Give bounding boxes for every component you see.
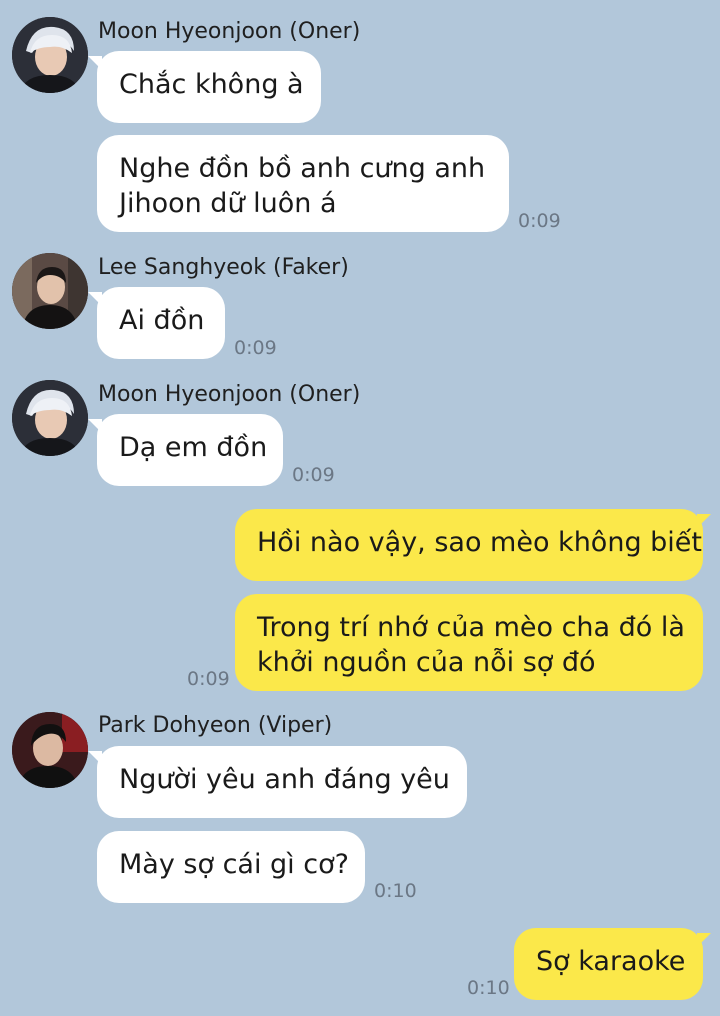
bubble-tail bbox=[697, 514, 711, 528]
avatar-oner[interactable] bbox=[12, 17, 88, 93]
timestamp: 0:09 bbox=[292, 464, 335, 486]
message-bubble[interactable]: Dạ em đồn bbox=[97, 414, 283, 486]
profile-photo-icon bbox=[12, 253, 88, 329]
timestamp: 0:09 bbox=[187, 668, 230, 690]
message-text: Người yêu anh đáng yêu bbox=[119, 764, 450, 795]
bubble-tail bbox=[697, 933, 711, 947]
message-text: Hồi nào vậy, sao mèo không biết bbox=[257, 527, 702, 558]
message-bubble[interactable]: Trong trí nhớ của mèo cha đó là khởi ngu… bbox=[235, 594, 703, 691]
message-bubble[interactable]: Mày sợ cái gì cơ? bbox=[97, 831, 365, 903]
message-text: Mày sợ cái gì cơ? bbox=[119, 849, 349, 880]
timestamp: 0:10 bbox=[467, 977, 510, 999]
timestamp: 0:10 bbox=[374, 880, 417, 902]
avatar-viper[interactable] bbox=[12, 712, 88, 788]
message-bubble[interactable]: Người yêu anh đáng yêu bbox=[97, 746, 467, 818]
message-bubble[interactable]: Ai đồn bbox=[97, 287, 225, 359]
sender-name: Moon Hyeonjoon (Oner) bbox=[98, 382, 361, 407]
message-text: Trong trí nhớ của mèo cha đó là bbox=[257, 612, 685, 643]
message-bubble[interactable]: Nghe đồn bồ anh cưng anh Jihoon dữ luôn … bbox=[97, 135, 509, 232]
message-text: Chắc không à bbox=[119, 69, 304, 100]
message-text: Ai đồn bbox=[119, 305, 205, 336]
message-text: Sợ karaoke bbox=[536, 946, 686, 977]
profile-photo-icon bbox=[12, 380, 88, 456]
sender-name: Park Dohyeon (Viper) bbox=[98, 713, 333, 738]
message-text: Jihoon dữ luôn á bbox=[119, 188, 337, 219]
avatar-faker[interactable] bbox=[12, 253, 88, 329]
timestamp: 0:09 bbox=[518, 210, 561, 232]
timestamp: 0:09 bbox=[234, 337, 277, 359]
message-text: khởi nguồn của nỗi sợ đó bbox=[257, 647, 596, 678]
message-bubble[interactable]: Chắc không à bbox=[97, 51, 321, 123]
sender-name: Lee Sanghyeok (Faker) bbox=[98, 255, 349, 280]
profile-photo-icon bbox=[12, 712, 88, 788]
message-bubble[interactable]: Hồi nào vậy, sao mèo không biết bbox=[235, 509, 703, 581]
avatar-oner[interactable] bbox=[12, 380, 88, 456]
message-bubble[interactable]: Sợ karaoke bbox=[514, 928, 703, 1000]
sender-name: Moon Hyeonjoon (Oner) bbox=[98, 19, 361, 44]
profile-photo-icon bbox=[12, 17, 88, 93]
message-text: Dạ em đồn bbox=[119, 432, 268, 463]
message-text: Nghe đồn bồ anh cưng anh bbox=[119, 153, 486, 184]
